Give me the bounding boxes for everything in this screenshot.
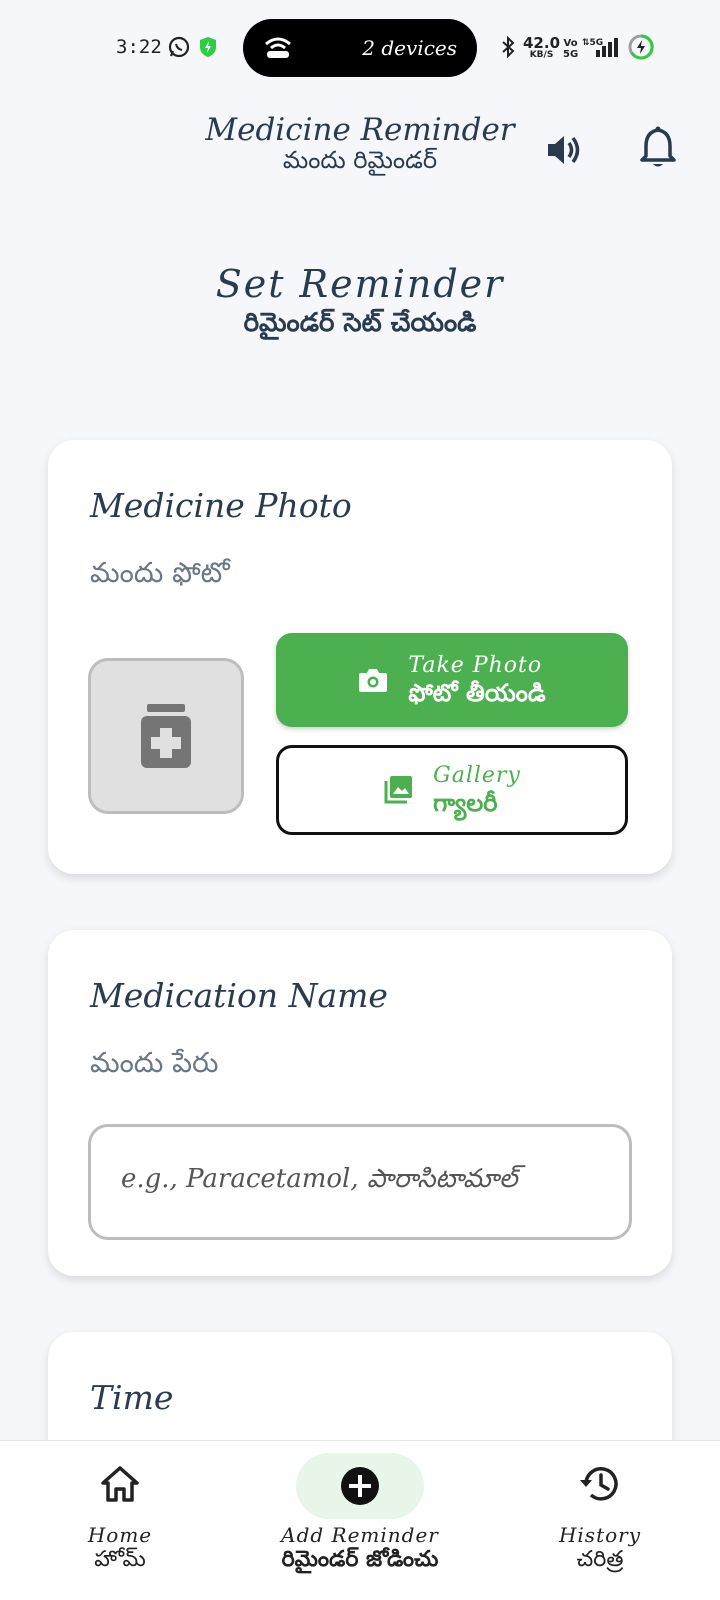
add-circle-icon <box>341 1467 379 1505</box>
battery-charging-icon <box>628 34 654 60</box>
app-title: Medicine Reminder మందు రిమైండర్ <box>200 112 520 180</box>
svg-text:⇅5G: ⇅5G <box>582 38 603 48</box>
gallery-icon <box>384 776 413 804</box>
medicine-photo-card: Medicine Photo మందు ఫోటో Take Photo ఫోటో… <box>48 440 672 874</box>
nav-add-label-te: రిమైండర్ జోడించు <box>281 1547 439 1572</box>
nav-add-reminder[interactable]: Add Reminder రిమైండర్ జోడించు <box>240 1523 480 1577</box>
nav-history[interactable]: History చరిత్ర <box>530 1463 670 1577</box>
status-bar: 3:22 2 devices 42.0 KB/S Vo 5G ⇅5G <box>0 0 720 96</box>
home-icon <box>101 1466 139 1502</box>
status-time: 3:22 <box>116 36 162 58</box>
nav-home[interactable]: Home హోమ్ <box>60 1465 180 1577</box>
take-photo-label-te: ఫోటో తీయండి <box>408 679 546 707</box>
nav-history-label-te: చరిత్ర <box>576 1547 624 1572</box>
time-label-en: Time <box>90 1378 174 1417</box>
notification-button[interactable] <box>634 124 682 172</box>
bell-icon <box>640 126 676 167</box>
nav-home-label-te: హోమ్ <box>94 1547 146 1572</box>
whatsapp-icon <box>168 36 190 58</box>
volte-indicator: Vo 5G <box>563 38 579 60</box>
nav-add-label-en: Add Reminder <box>281 1523 439 1547</box>
nav-add-indicator[interactable] <box>296 1453 424 1519</box>
medication-name-card: Medication Name మందు పేరు e.g., Paraceta… <box>48 930 672 1276</box>
nav-history-label-en: History <box>558 1523 642 1547</box>
gallery-button[interactable]: Gallery గ్యాలరీ <box>276 745 628 835</box>
name-label-te: మందు పేరు <box>90 1046 219 1079</box>
gallery-label-te: గ్యాలరీ <box>433 789 498 817</box>
gallery-label-en: Gallery <box>433 763 521 788</box>
page-title-en: Set Reminder <box>215 262 505 306</box>
name-label-en: Medication Name <box>90 976 388 1015</box>
photo-label-te: మందు ఫోటో <box>90 556 230 589</box>
hotspot-devices: 2 devices <box>362 36 457 60</box>
bottom-navigation: Home హోమ్ Add Reminder రిమైండర్ జోడించు … <box>0 1440 720 1600</box>
speaker-icon <box>548 136 580 164</box>
signal-icon: ⇅5G <box>582 36 622 58</box>
speaker-button[interactable] <box>540 126 588 174</box>
medicine-bottle-icon <box>141 704 191 768</box>
app-title-te: మందు రిమైండర్ <box>282 146 438 174</box>
page-heading: Set Reminder రిమైండర్ సెట్ చేయండి <box>0 262 720 344</box>
hotspot-indicator[interactable]: 2 devices <box>243 19 477 77</box>
camera-icon <box>359 669 388 692</box>
nav-home-label-en: Home <box>87 1523 153 1547</box>
take-photo-label-en: Take Photo <box>408 653 543 678</box>
bluetooth-icon <box>500 35 522 59</box>
photo-label-en: Medicine Photo <box>90 486 352 525</box>
take-photo-button[interactable]: Take Photo ఫోటో తీయండి <box>276 633 628 727</box>
shield-icon <box>198 36 220 58</box>
page-title-te: రిమైండర్ సెట్ చేయండి <box>243 308 477 338</box>
history-icon <box>580 1467 618 1501</box>
medicine-photo-preview[interactable] <box>88 658 244 814</box>
medication-name-input[interactable]: e.g., Paracetamol, పారాసిటామాల్ <box>88 1124 632 1240</box>
hotspot-icon <box>263 34 293 64</box>
app-title-en: Medicine Reminder <box>205 112 515 148</box>
network-speed: 42.0 KB/S <box>523 34 561 61</box>
